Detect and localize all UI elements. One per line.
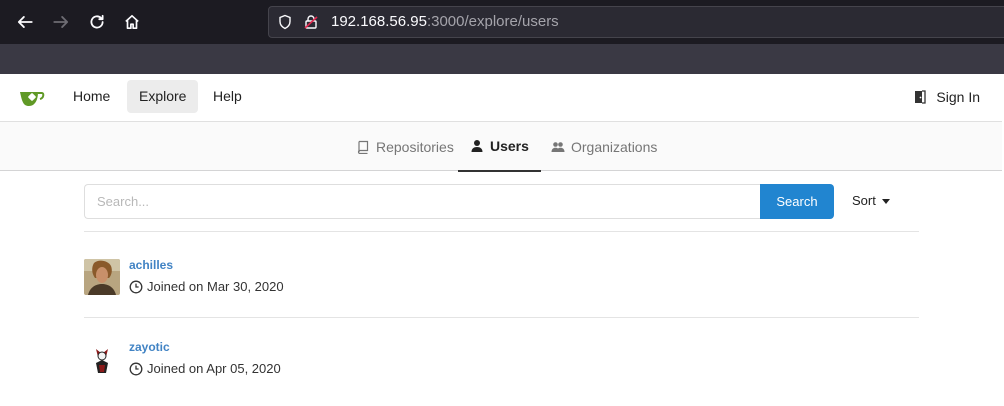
tab-users[interactable]: Users	[458, 122, 541, 172]
joined-text: Joined on Apr 05, 2020	[147, 361, 281, 376]
gitea-logo-icon[interactable]	[18, 87, 46, 109]
sort-dropdown[interactable]: Sort	[852, 193, 890, 208]
user-name-link[interactable]: achilles	[129, 258, 173, 272]
person-icon	[471, 140, 483, 152]
app-header: Home Explore Help Sign In	[0, 74, 1002, 122]
caret-down-icon	[881, 198, 890, 204]
sign-in-label: Sign In	[936, 88, 980, 105]
reload-icon[interactable]	[85, 10, 109, 34]
sign-in-button[interactable]: Sign In	[912, 80, 980, 113]
divider	[84, 231, 919, 232]
tab-repositories-label: Repositories	[376, 138, 454, 155]
tab-repositories[interactable]: Repositories	[344, 122, 466, 171]
joined-date: Joined on Apr 05, 2020	[129, 361, 281, 376]
nav-explore[interactable]: Explore	[127, 80, 199, 113]
user-avatar[interactable]	[84, 341, 120, 377]
repo-icon	[357, 140, 369, 154]
url-text: 192.168.56.95:3000/explore/users	[331, 13, 559, 30]
search-form: Search	[84, 184, 834, 219]
tab-organizations-label: Organizations	[571, 138, 658, 155]
insecure-lock-icon[interactable]	[303, 14, 319, 30]
nav-home[interactable]: Home	[61, 80, 122, 113]
sign-in-icon	[915, 89, 927, 104]
forward-icon[interactable]	[49, 10, 73, 34]
clock-icon	[129, 362, 143, 375]
divider	[84, 317, 919, 318]
address-bar[interactable]: 192.168.56.95:3000/explore/users	[268, 6, 1004, 38]
user-avatar[interactable]	[84, 259, 120, 295]
clock-icon	[129, 280, 143, 293]
home-icon[interactable]	[120, 10, 144, 34]
explore-tabs: Repositories Users Organizations	[0, 122, 1002, 172]
user-list-item: zayotic Joined on Apr 05, 2020	[84, 340, 919, 400]
browser-toolbar: 192.168.56.95:3000/explore/users	[0, 0, 1004, 44]
nav-help[interactable]: Help	[201, 80, 254, 113]
back-icon[interactable]	[13, 10, 37, 34]
search-button[interactable]: Search	[760, 184, 834, 219]
joined-text: Joined on Mar 30, 2020	[147, 279, 284, 294]
search-input[interactable]	[84, 184, 761, 219]
joined-date: Joined on Mar 30, 2020	[129, 279, 284, 294]
organization-icon	[551, 141, 565, 152]
tab-organizations[interactable]: Organizations	[539, 122, 669, 171]
shield-icon[interactable]	[277, 14, 293, 30]
tab-users-label: Users	[490, 138, 529, 154]
sort-label: Sort	[852, 193, 876, 208]
user-list-item: achilles Joined on Mar 30, 2020	[84, 258, 919, 318]
browser-toolbar-gap	[0, 44, 1004, 74]
user-name-link[interactable]: zayotic	[129, 340, 170, 354]
